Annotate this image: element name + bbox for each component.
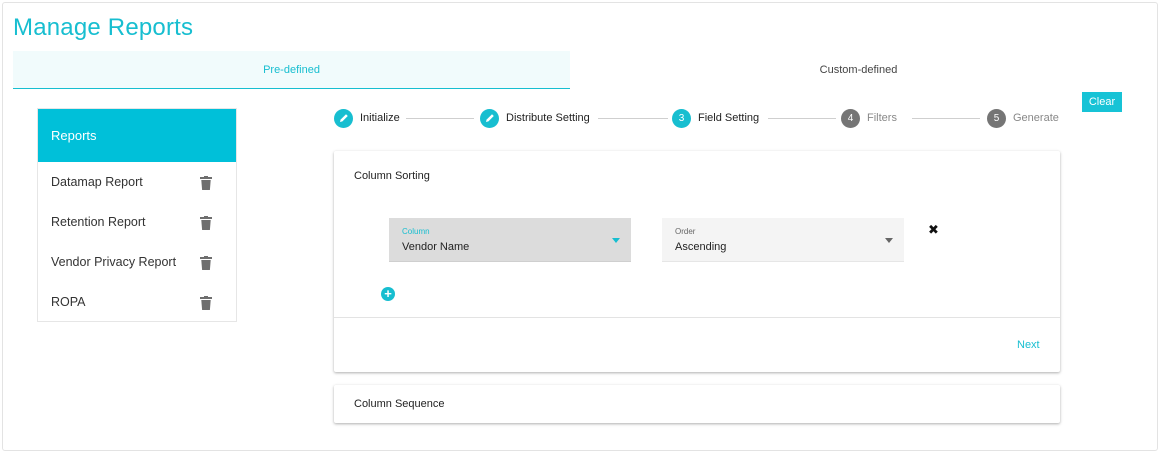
sidebar-item-label: ROPA: [51, 295, 86, 309]
column-select-value: Vendor Name: [402, 241, 470, 253]
step-generate[interactable]: 5 Generate: [987, 108, 1059, 128]
step-connector: [406, 118, 474, 119]
clear-button[interactable]: Clear: [1082, 92, 1122, 112]
sidebar-item-label: Vendor Privacy Report: [51, 255, 177, 269]
order-select-label: Order: [675, 227, 696, 236]
pencil-icon: [334, 108, 353, 128]
add-circle-icon[interactable]: +: [381, 287, 395, 301]
sidebar-item-ropa[interactable]: ROPA: [38, 282, 236, 322]
divider: [334, 317, 1060, 318]
step-label: Filters: [867, 112, 897, 124]
sidebar-item-vendor-privacy-report[interactable]: Vendor Privacy Report: [38, 242, 236, 282]
reports-sidebar: Reports Datamap Report Retention Report …: [37, 108, 237, 322]
column-sequence-title: Column Sequence: [354, 398, 445, 410]
step-connector: [768, 118, 836, 119]
step-label: Initialize: [360, 112, 400, 124]
sidebar-item-label: Datamap Report: [51, 175, 143, 189]
column-sequence-card[interactable]: Column Sequence: [334, 385, 1060, 423]
step-label: Field Setting: [698, 112, 760, 124]
column-sorting-title: Column Sorting: [354, 170, 430, 182]
order-select-value: Ascending: [675, 241, 727, 253]
trash-icon[interactable]: [200, 256, 212, 270]
trash-icon[interactable]: [200, 176, 212, 190]
step-field-setting[interactable]: 3 Field Setting: [672, 108, 759, 128]
step-connector: [912, 118, 980, 119]
order-select[interactable]: Order Ascending: [662, 218, 904, 262]
step-connector: [598, 118, 668, 119]
tab-custom-defined[interactable]: Custom-defined: [570, 51, 1147, 89]
step-number: 5: [987, 108, 1006, 128]
page-title: Manage Reports: [13, 14, 194, 41]
next-button[interactable]: Next: [1017, 339, 1040, 351]
chevron-down-icon: [885, 238, 893, 243]
sidebar-item-label: Retention Report: [51, 215, 146, 229]
chevron-down-icon: [612, 238, 620, 243]
column-select-label: Column: [402, 227, 430, 236]
step-distribute-setting[interactable]: Distribute Setting: [480, 108, 590, 128]
step-label: Distribute Setting: [506, 112, 590, 124]
step-initialize[interactable]: Initialize: [334, 108, 400, 128]
column-select[interactable]: Column Vendor Name: [389, 218, 631, 262]
tab-pre-defined[interactable]: Pre-defined: [13, 51, 570, 89]
column-sorting-card: Column Sorting Column Vendor Name Order …: [334, 151, 1060, 372]
step-number: 3: [672, 108, 691, 128]
trash-icon[interactable]: [200, 296, 212, 310]
sidebar-item-datamap-report[interactable]: Datamap Report: [38, 162, 236, 202]
sidebar-item-retention-report[interactable]: Retention Report: [38, 202, 236, 242]
step-filters[interactable]: 4 Filters: [841, 108, 897, 128]
step-number: 4: [841, 108, 860, 128]
step-label: Generate: [1013, 112, 1059, 124]
trash-icon[interactable]: [200, 216, 212, 230]
pencil-icon: [480, 108, 499, 128]
report-tabs: Pre-defined Custom-defined: [13, 51, 1147, 89]
close-icon[interactable]: ✖: [928, 222, 939, 238]
report-stepper: Initialize Distribute Setting 3 Field Se…: [334, 108, 1064, 128]
sidebar-header: Reports: [38, 109, 236, 162]
